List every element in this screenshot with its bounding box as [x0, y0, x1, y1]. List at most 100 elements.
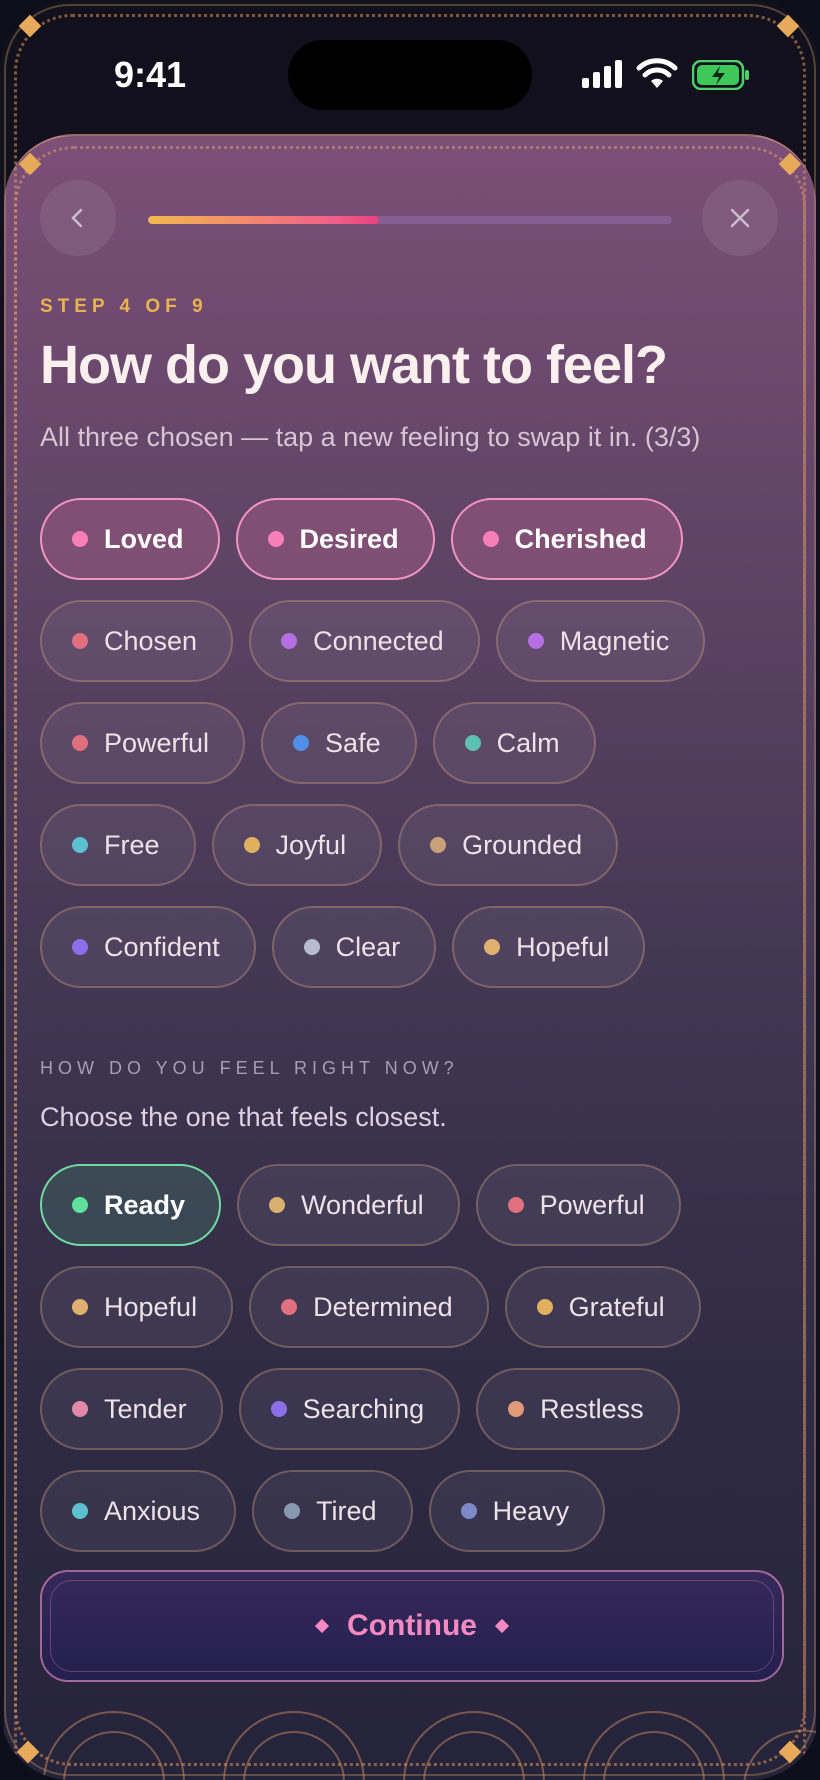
- color-dot-icon: [464, 735, 481, 751]
- chip-label: Hopeful: [516, 931, 610, 962]
- chip-label: Tired: [316, 1495, 377, 1526]
- feeling-chip[interactable]: Safe: [261, 702, 417, 784]
- feeling-chip[interactable]: Powerful: [40, 702, 246, 784]
- current-feeling-chip[interactable]: Ready: [40, 1164, 222, 1246]
- chip-label: Cherished: [514, 523, 647, 554]
- current-feeling-chip[interactable]: Heavy: [428, 1470, 606, 1552]
- chip-label: Confident: [104, 931, 220, 962]
- color-dot-icon: [460, 1503, 477, 1519]
- feeling-chip[interactable]: Calm: [432, 702, 596, 784]
- chip-label: Restless: [540, 1393, 644, 1424]
- color-dot-icon: [72, 531, 88, 547]
- corner-diamond-icon: [18, 152, 42, 176]
- current-feeling-chip[interactable]: Grateful: [504, 1266, 701, 1348]
- feeling-row: Powerful Safe Calm: [40, 702, 596, 784]
- cellular-signal-icon: [582, 60, 622, 88]
- feeling-row: Free Joyful Grounded: [40, 804, 619, 886]
- chip-label: Grounded: [462, 829, 583, 860]
- chip-label: Searching: [302, 1393, 425, 1424]
- current-feeling-chip[interactable]: Restless: [476, 1368, 680, 1450]
- color-dot-icon: [293, 735, 310, 751]
- chip-label: Powerful: [104, 727, 210, 758]
- feeling-chip[interactable]: Loved: [40, 498, 220, 580]
- color-dot-icon: [72, 939, 88, 955]
- color-dot-icon: [303, 939, 320, 955]
- feeling-chip[interactable]: Desired: [235, 498, 435, 580]
- color-dot-icon: [72, 837, 88, 853]
- feeling-chip[interactable]: Magnetic: [495, 600, 706, 682]
- chip-label: Anxious: [104, 1495, 201, 1526]
- color-dot-icon: [72, 1503, 88, 1519]
- chip-label: Determined: [313, 1291, 453, 1322]
- chip-label: Joyful: [275, 829, 347, 860]
- chip-label: Clear: [335, 931, 401, 962]
- chip-label: Chosen: [104, 625, 198, 656]
- chip-label: Desired: [299, 523, 399, 554]
- chip-label: Ready: [104, 1189, 186, 1220]
- current-feeling-chip[interactable]: Tired: [252, 1470, 413, 1552]
- chevron-left-icon: [71, 208, 83, 228]
- color-dot-icon: [536, 1299, 553, 1315]
- current-feeling-row: Tender Searching Restless: [40, 1368, 680, 1450]
- chip-label: Hopeful: [104, 1291, 198, 1322]
- feeling-chip[interactable]: Chosen: [40, 600, 234, 682]
- status-bar: 9:41: [0, 0, 820, 140]
- feeling-row: Confident Clear Hopeful: [40, 906, 646, 988]
- section-subtitle: Choose the one that feels closest.: [40, 1102, 447, 1132]
- color-dot-icon: [281, 633, 298, 649]
- feeling-row: Loved Desired Cherished: [40, 498, 683, 580]
- current-feeling-row: Ready Wonderful Powerful: [40, 1164, 681, 1246]
- chip-label: Connected: [313, 625, 444, 656]
- close-button[interactable]: [702, 180, 778, 256]
- status-time: 9:41: [114, 54, 187, 95]
- feeling-chip[interactable]: Joyful: [211, 804, 383, 886]
- current-feeling-chip[interactable]: Searching: [238, 1368, 461, 1450]
- current-feeling-chip[interactable]: Powerful: [475, 1164, 681, 1246]
- color-dot-icon: [527, 633, 544, 649]
- current-feeling-chip[interactable]: Anxious: [40, 1470, 237, 1552]
- progress-fill: [148, 216, 379, 224]
- phone-screen: 9:41 STEP 4 OF 9 How do you want to feel…: [0, 0, 820, 1780]
- chip-label: Calm: [496, 727, 560, 758]
- chip-label: Powerful: [539, 1189, 645, 1220]
- chip-label: Safe: [325, 727, 381, 758]
- feeling-chip[interactable]: Confident: [40, 906, 256, 988]
- color-dot-icon: [281, 1299, 298, 1315]
- corner-diamond-icon: [778, 152, 802, 176]
- feeling-row: Chosen Connected Magnetic: [40, 600, 706, 682]
- color-dot-icon: [243, 837, 260, 853]
- page-title: How do you want to feel?: [40, 335, 668, 395]
- color-dot-icon: [507, 1197, 524, 1213]
- chip-label: Heavy: [492, 1495, 570, 1526]
- back-button[interactable]: [40, 180, 116, 256]
- chip-label: Wonderful: [301, 1189, 424, 1220]
- color-dot-icon: [72, 1401, 88, 1417]
- feeling-chip[interactable]: Cherished: [450, 498, 683, 580]
- color-dot-icon: [484, 939, 501, 955]
- feeling-chip[interactable]: Connected: [249, 600, 480, 682]
- chip-label: Tender: [104, 1393, 187, 1424]
- color-dot-icon: [482, 531, 499, 547]
- color-dot-icon: [72, 633, 88, 649]
- feeling-chip[interactable]: Grounded: [398, 804, 619, 886]
- current-feeling-chip[interactable]: Hopeful: [40, 1266, 234, 1348]
- continue-button-inner-border: [50, 1580, 774, 1672]
- color-dot-icon: [72, 735, 88, 751]
- current-feeling-chip[interactable]: Tender: [40, 1368, 223, 1450]
- color-dot-icon: [72, 1299, 88, 1315]
- feeling-chip[interactable]: Clear: [271, 906, 437, 988]
- chip-label: Magnetic: [559, 625, 670, 656]
- dynamic-island: [288, 40, 532, 110]
- decorative-arches: [43, 1711, 816, 1780]
- feeling-chip[interactable]: Hopeful: [452, 906, 646, 988]
- chip-label: Free: [104, 829, 160, 860]
- continue-button[interactable]: Continue: [40, 1570, 784, 1682]
- wifi-icon: [636, 58, 678, 88]
- chip-label: Loved: [104, 523, 184, 554]
- chip-label: Grateful: [568, 1291, 665, 1322]
- current-feeling-chip[interactable]: Determined: [249, 1266, 489, 1348]
- current-feeling-chip[interactable]: Wonderful: [237, 1164, 460, 1246]
- progress-bar: [148, 216, 672, 224]
- step-indicator: STEP 4 OF 9: [40, 296, 208, 317]
- feeling-chip[interactable]: Free: [40, 804, 196, 886]
